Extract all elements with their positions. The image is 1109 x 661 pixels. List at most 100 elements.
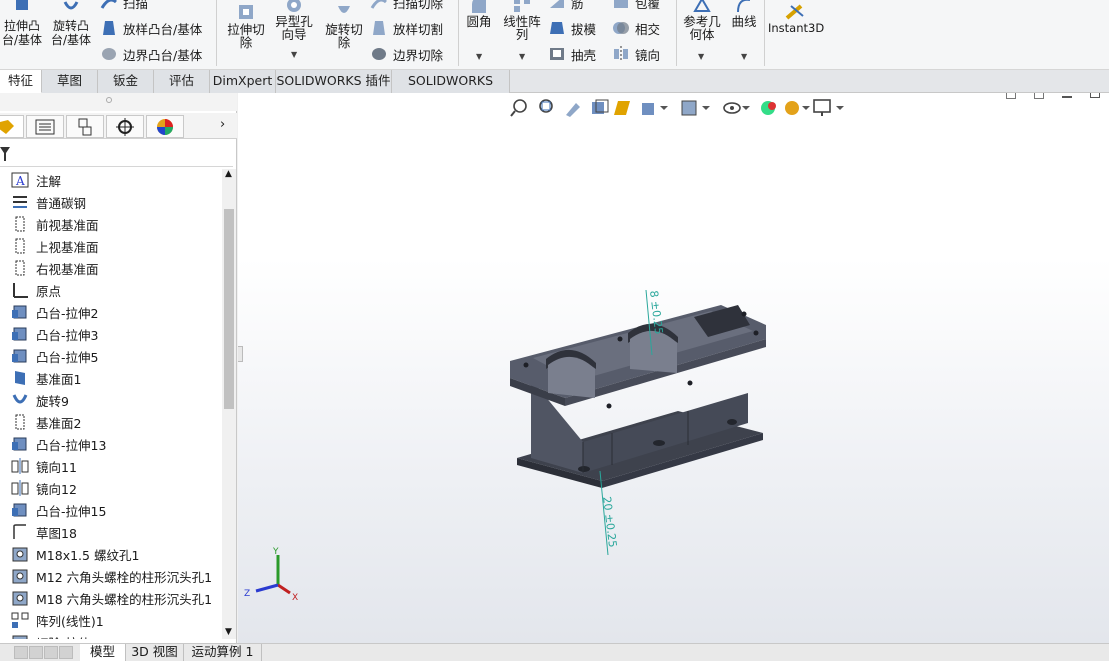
revolved-boss-button[interactable]: 旋转凸 台/基体 (48, 0, 94, 47)
triad-z-label: Z (244, 589, 250, 599)
tree-item-label: 注解 (36, 173, 62, 189)
instant3d-icon (785, 4, 804, 20)
lofted-boss-button[interactable]: 放样凸台/基体 (100, 18, 202, 38)
tab-sheet-metal[interactable]: 钣金 (98, 70, 154, 93)
configuration-manager-tab[interactable] (66, 115, 104, 138)
fillet-button[interactable]: 圆角 (462, 0, 496, 28)
tab-sketch[interactable]: 草图 (42, 70, 98, 93)
fillet-icon (472, 0, 486, 13)
tree-item[interactable]: 阵列(线性)1 (0, 609, 104, 631)
tab-3d-views[interactable]: 3D 视图 (126, 644, 184, 661)
rib-label: 筋 (571, 0, 584, 11)
hole-wizard-button[interactable]: 异型孔 向导 (272, 0, 316, 41)
panel-splitter-handle[interactable] (238, 346, 243, 362)
dimension-bottom-label[interactable]: 20 ±0.25 (600, 496, 619, 548)
extruded-cut-button[interactable]: 拉伸切 除 (222, 4, 270, 49)
tree-item[interactable]: 基准面1 (0, 367, 81, 389)
extrude-feature-icon (10, 347, 30, 365)
scroll-down-icon[interactable]: ▼ (225, 627, 232, 637)
tree-scroll-thumb[interactable] (224, 209, 234, 409)
boundary-boss-button[interactable]: 边界凸台/基体 (100, 44, 202, 64)
tab-dimxpert[interactable]: DimXpert (210, 70, 276, 93)
scroll-up-icon[interactable]: ▲ (225, 169, 232, 179)
linear-pattern-dropdown-icon[interactable]: ▼ (519, 52, 525, 61)
plane-icon (10, 413, 30, 431)
shell-button[interactable]: 抽壳 (548, 44, 596, 64)
tab-motion-study-1[interactable]: 运动算例 1 (184, 644, 262, 661)
dimxpert-manager-tab[interactable] (106, 115, 144, 138)
swept-cut-button[interactable]: 扫描切除 (370, 0, 443, 12)
tree-item-label: 凸台-拉伸13 (36, 437, 107, 453)
configuration-manager-icon (78, 118, 92, 135)
reference-geometry-button[interactable]: 参考几 何体 (680, 0, 724, 41)
tree-item-label: 草图18 (36, 525, 77, 541)
hole-wizard-icon (287, 0, 301, 12)
part-model: 8 ±0.25 20 ±0.25 Y X Z (244, 290, 766, 603)
feature-manager-tab[interactable] (0, 115, 24, 138)
tree-item[interactable]: 普通碳钢 (0, 191, 86, 213)
tree-item-label: 旋转9 (36, 393, 69, 409)
tab-scroll-buttons[interactable] (14, 646, 73, 659)
boundary-cut-label: 边界切除 (393, 47, 444, 63)
tree-item[interactable]: 上视基准面 (0, 235, 99, 257)
tree-item[interactable]: M12 六角头螺栓的柱形沉头孔1 (0, 565, 212, 587)
linear-pattern-button[interactable]: 线性阵 列 (500, 0, 544, 41)
bearing-housing-part[interactable] (510, 305, 766, 488)
property-manager-tab[interactable] (26, 115, 64, 138)
tree-item[interactable]: 基准面2 (0, 411, 81, 433)
rib-button[interactable]: 筋 (548, 0, 584, 12)
draft-icon (550, 22, 564, 34)
tree-item[interactable]: 镜向12 (0, 477, 77, 499)
lofted-cut-button[interactable]: 放样切割 (370, 18, 443, 38)
wrap-label: 包覆 (635, 0, 661, 11)
panel-tabs-more-icon[interactable]: › (220, 117, 225, 132)
ribbon-divider (676, 0, 677, 66)
tree-scrollbar[interactable]: ▲ ▼ (222, 169, 236, 639)
tree-item[interactable]: M18 六角头螺栓的柱形沉头孔1 (0, 587, 212, 609)
tab-model[interactable]: 模型 (80, 644, 126, 661)
tree-item[interactable]: 前视基准面 (0, 213, 99, 235)
wrap-button[interactable]: 包覆 (612, 0, 660, 12)
draft-button[interactable]: 拔模 (548, 18, 596, 38)
reference-geometry-dropdown-icon[interactable]: ▼ (698, 52, 704, 61)
instant3d-button[interactable]: Instant3D (768, 2, 824, 35)
panel-collapse-handle[interactable] (0, 93, 237, 111)
fillet-dropdown-icon[interactable]: ▼ (476, 52, 482, 61)
tree-item[interactable]: M18x1.5 螺纹孔1 (0, 543, 139, 565)
reference-geometry-label: 参考几 何体 (683, 14, 721, 42)
tree-item[interactable]: 凸台-拉伸2 (0, 301, 98, 323)
display-manager-tab[interactable] (146, 115, 184, 138)
tree-item[interactable]: 原点 (0, 279, 61, 301)
tree-item[interactable]: 切除-拉伸1 (0, 631, 98, 639)
tree-item[interactable]: 右视基准面 (0, 257, 99, 279)
tree-item[interactable]: 凸台-拉伸5 (0, 345, 98, 367)
mirror-button[interactable]: 镜向 (612, 44, 660, 64)
ribbon-divider (458, 0, 459, 66)
tab-evaluate[interactable]: 评估 (154, 70, 210, 93)
curves-dropdown-icon[interactable]: ▼ (741, 52, 747, 61)
boundary-cut-button[interactable]: 边界切除 (370, 44, 443, 64)
shell-icon (550, 48, 564, 60)
extruded-boss-button[interactable]: 拉伸凸 台/基体 (0, 0, 44, 47)
extruded-boss-icon (16, 0, 28, 10)
tab-solidworks-addins[interactable]: SOLIDWORKS 插件 (276, 70, 392, 93)
curves-label: 曲线 (731, 14, 757, 29)
tree-item[interactable]: 草图18 (0, 521, 77, 543)
tab-features[interactable]: 特征 (0, 70, 42, 93)
tree-item[interactable]: A 注解 (0, 169, 61, 191)
tree-item[interactable]: 凸台-拉伸13 (0, 433, 106, 455)
tree-filter[interactable] (0, 141, 233, 167)
revolved-cut-button[interactable]: 旋转切 除 (320, 4, 368, 49)
tree-item[interactable]: 凸台-拉伸3 (0, 323, 98, 345)
tree-item[interactable]: 旋转9 (0, 389, 69, 411)
curves-button[interactable]: 曲线 (728, 0, 760, 28)
hole-wizard-dropdown-icon[interactable]: ▼ (291, 50, 297, 59)
swept-boss-button[interactable]: 扫描 (100, 0, 148, 12)
intersect-label: 相交 (635, 21, 661, 37)
tree-item[interactable]: 镜向11 (0, 455, 77, 477)
tab-solidworks-mbd[interactable]: SOLIDWORKS MBD (392, 70, 510, 110)
tree-item[interactable]: 凸台-拉伸15 (0, 499, 106, 521)
graphics-area[interactable]: 8 ±0.25 20 ±0.25 Y X Z (238, 93, 1109, 643)
plane-icon (10, 259, 30, 277)
intersect-button[interactable]: 相交 (612, 18, 660, 38)
